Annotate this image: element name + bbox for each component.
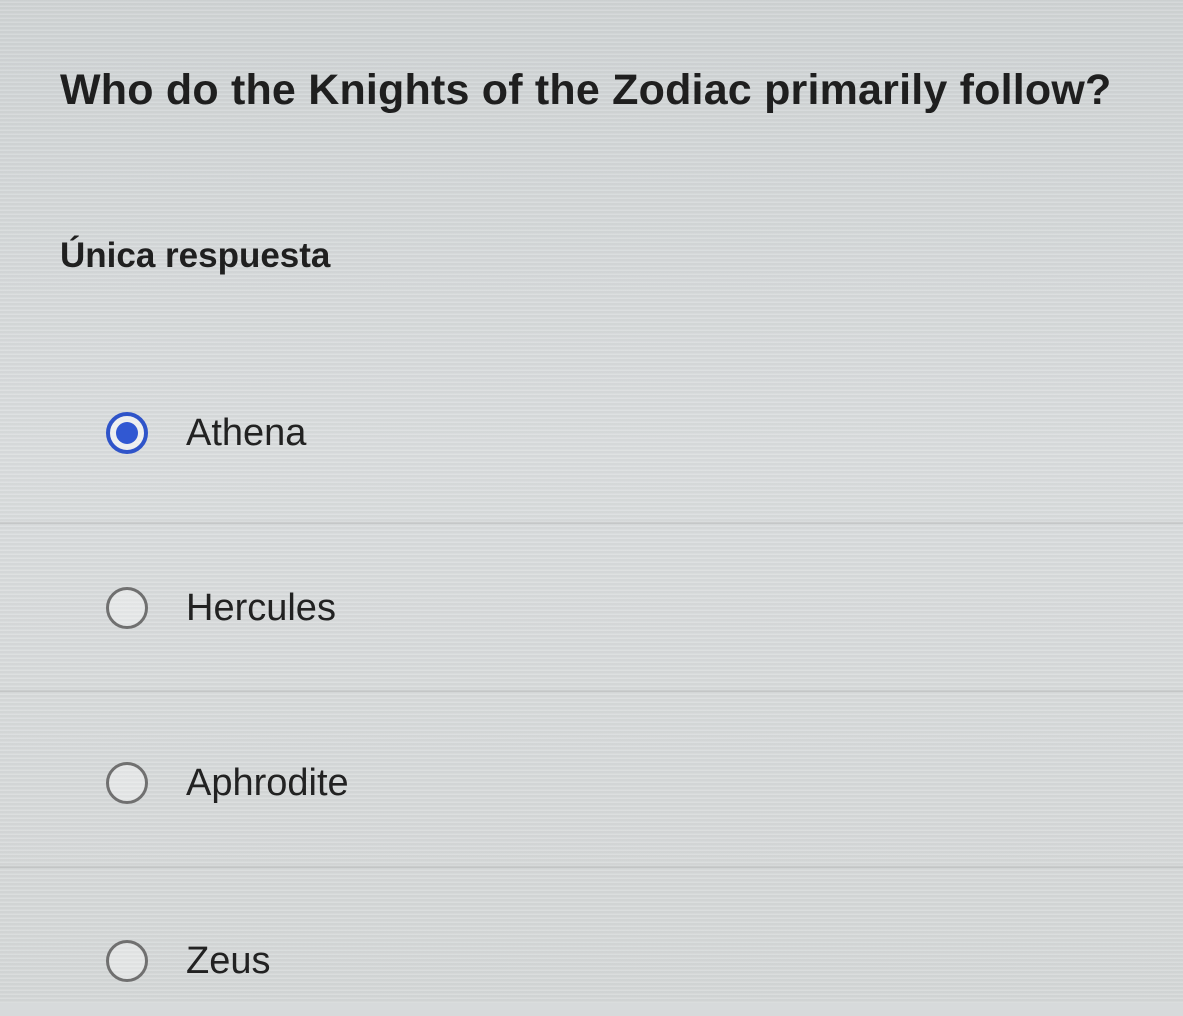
- answer-options: Athena Hercules Aphrodite Zeus: [0, 0, 1183, 1003]
- option-divider: [0, 866, 1183, 868]
- radio-icon[interactable]: [106, 940, 148, 982]
- answer-option-label: Athena: [186, 411, 307, 454]
- option-divider: [0, 522, 1183, 524]
- answer-option-athena[interactable]: Athena: [0, 378, 1183, 488]
- answer-option-hercules[interactable]: Hercules: [0, 553, 1183, 663]
- radio-icon[interactable]: [106, 762, 148, 804]
- selected-radio-icon[interactable]: [106, 412, 148, 454]
- answer-option-label: Aphrodite: [186, 761, 349, 804]
- answer-option-label: Zeus: [186, 939, 271, 982]
- quiz-screen: Who do the Knights of the Zodiac primari…: [0, 0, 1183, 1003]
- radio-icon[interactable]: [106, 587, 148, 629]
- option-divider: [0, 690, 1183, 692]
- answer-option-aphrodite[interactable]: Aphrodite: [0, 728, 1183, 838]
- answer-option-label: Hercules: [186, 586, 336, 629]
- answer-option-zeus[interactable]: Zeus: [0, 906, 1183, 1016]
